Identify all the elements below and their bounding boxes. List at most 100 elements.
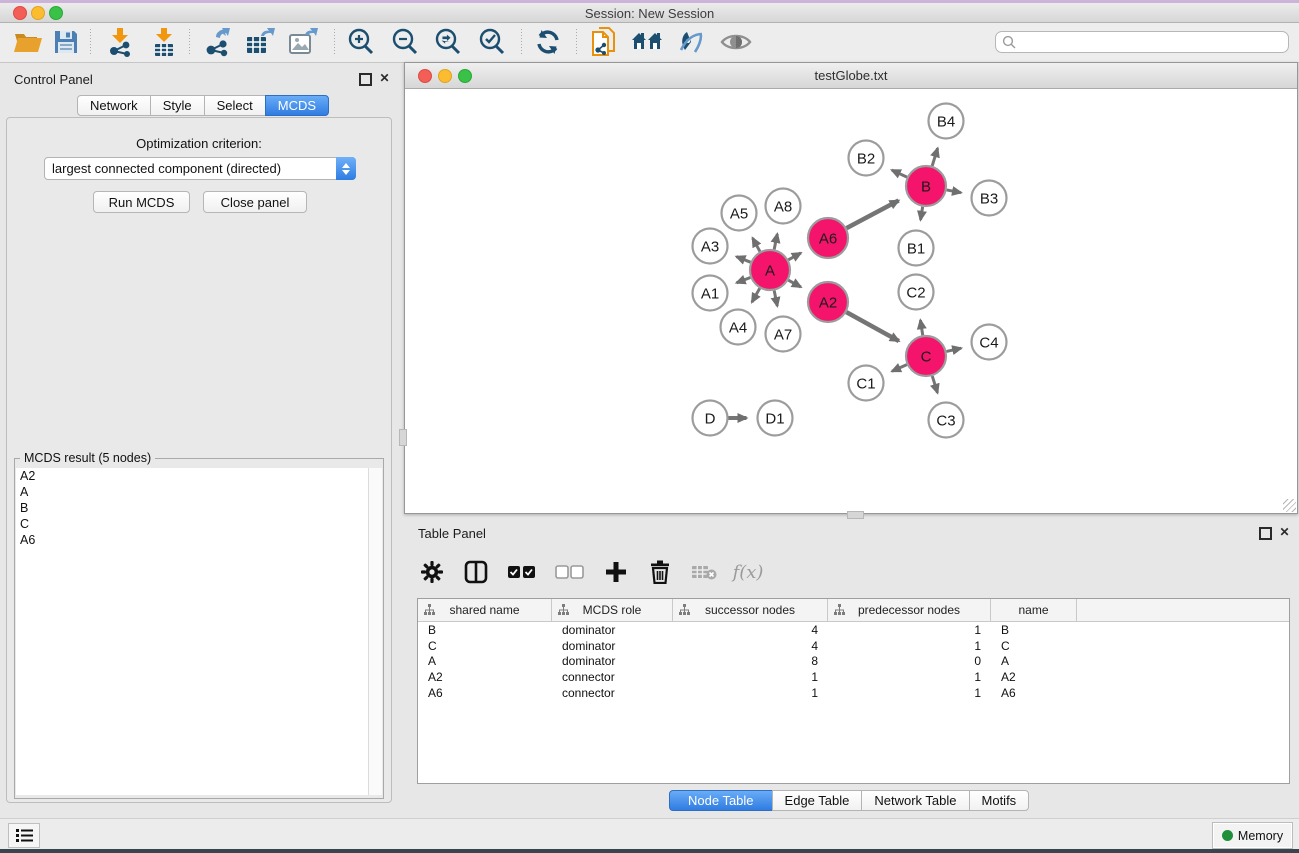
- edge-C-C4[interactable]: [946, 348, 961, 351]
- node-A5[interactable]: A5: [722, 196, 757, 231]
- open-session-icon[interactable]: [10, 25, 46, 59]
- node-B2[interactable]: B2: [849, 141, 884, 176]
- network-window-titlebar[interactable]: testGlobe.txt: [405, 63, 1297, 89]
- cell-predecessor_nodes[interactable]: 1: [828, 686, 991, 700]
- table-row[interactable]: A6connector11A6: [418, 685, 1289, 701]
- table-row[interactable]: Adominator80A: [418, 654, 1289, 670]
- tab-mcds[interactable]: MCDS: [265, 95, 329, 116]
- save-session-icon[interactable]: [48, 25, 84, 59]
- table-row[interactable]: A2connector11A2: [418, 669, 1289, 685]
- tab-network-table[interactable]: Network Table: [861, 790, 969, 811]
- edge-A-A6[interactable]: [788, 253, 800, 260]
- edge-C-C3[interactable]: [932, 376, 937, 393]
- edge-A-A3[interactable]: [736, 257, 750, 263]
- tab-node-table[interactable]: Node Table: [669, 790, 773, 811]
- import-network-icon[interactable]: [102, 25, 138, 59]
- delete-row-icon[interactable]: [645, 557, 675, 587]
- node-A8[interactable]: A8: [766, 189, 801, 224]
- result-item[interactable]: A6: [16, 532, 368, 548]
- node-B1[interactable]: B1: [899, 231, 934, 266]
- edge-A-A5[interactable]: [753, 238, 760, 252]
- close-panel-button[interactable]: ✕: [378, 72, 391, 85]
- result-item[interactable]: B: [16, 500, 368, 516]
- node-B4[interactable]: B4: [929, 104, 964, 139]
- column-header-name[interactable]: name: [991, 599, 1077, 621]
- node-A4[interactable]: A4: [721, 310, 756, 345]
- select-all-columns-icon[interactable]: [505, 557, 539, 587]
- result-scrollbar[interactable]: [368, 468, 382, 795]
- birds-eye-view-icon[interactable]: [718, 25, 754, 59]
- window-resize-grip[interactable]: [1283, 499, 1296, 512]
- export-table-icon[interactable]: [242, 25, 278, 59]
- refresh-view-icon[interactable]: [530, 25, 566, 59]
- cell-predecessor_nodes[interactable]: 0: [828, 654, 991, 668]
- zoom-in-icon[interactable]: [343, 25, 379, 59]
- node-C1[interactable]: C1: [849, 366, 884, 401]
- cell-shared_name[interactable]: C: [418, 639, 552, 653]
- node-A1[interactable]: A1: [693, 276, 728, 311]
- cell-mcds_role[interactable]: dominator: [552, 654, 673, 668]
- tab-style[interactable]: Style: [150, 95, 205, 116]
- tab-motifs[interactable]: Motifs: [969, 790, 1030, 811]
- cell-successor_nodes[interactable]: 4: [673, 623, 828, 637]
- task-history-button[interactable]: [8, 823, 40, 848]
- column-header-shared_name[interactable]: shared name: [418, 599, 552, 621]
- cell-successor_nodes[interactable]: 8: [673, 654, 828, 668]
- run-mcds-button[interactable]: Run MCDS: [93, 191, 190, 213]
- result-item[interactable]: A: [16, 484, 368, 500]
- mcds-result-list[interactable]: A2ABCA6: [16, 468, 369, 795]
- export-image-icon[interactable]: [285, 25, 321, 59]
- edge-A-A2[interactable]: [788, 280, 800, 287]
- table-close-button[interactable]: ✕: [1278, 526, 1291, 539]
- cell-name[interactable]: A6: [991, 686, 1077, 700]
- home-view-icon[interactable]: [629, 25, 665, 59]
- column-header-predecessor_nodes[interactable]: predecessor nodes: [828, 599, 991, 621]
- cell-mcds_role[interactable]: connector: [552, 670, 673, 684]
- zoom-out-icon[interactable]: [387, 25, 423, 59]
- zoom-fit-icon[interactable]: [430, 25, 466, 59]
- node-B3[interactable]: B3: [972, 181, 1007, 216]
- cell-shared_name[interactable]: A2: [418, 670, 552, 684]
- memory-button[interactable]: Memory: [1212, 822, 1293, 849]
- node-A6[interactable]: A6: [808, 218, 848, 258]
- deselect-all-columns-icon[interactable]: [553, 557, 587, 587]
- edge-B-B1[interactable]: [921, 207, 923, 220]
- edge-B-B2[interactable]: [892, 170, 907, 177]
- node-C3[interactable]: C3: [929, 403, 964, 438]
- edge-A6-B[interactable]: [847, 201, 899, 229]
- network-canvas[interactable]: B4B2BB3A5A8A6B1A3AC2A1A2A4A7C4CC1C3DD1: [405, 89, 1297, 513]
- add-row-icon[interactable]: [601, 557, 631, 587]
- hide-annotations-icon[interactable]: [673, 25, 709, 59]
- criterion-dropdown[interactable]: largest connected component (directed): [44, 157, 356, 180]
- table-row[interactable]: Bdominator41B: [418, 622, 1289, 638]
- splitter-grip-vertical[interactable]: [399, 429, 407, 446]
- edge-A2-C[interactable]: [846, 312, 898, 341]
- search-input[interactable]: [1016, 34, 1288, 50]
- node-C4[interactable]: C4: [972, 325, 1007, 360]
- cell-mcds_role[interactable]: dominator: [552, 639, 673, 653]
- node-A7[interactable]: A7: [766, 317, 801, 352]
- export-network-icon[interactable]: [199, 25, 235, 59]
- search-field[interactable]: [995, 31, 1289, 53]
- cell-mcds_role[interactable]: dominator: [552, 623, 673, 637]
- cell-successor_nodes[interactable]: 4: [673, 639, 828, 653]
- cell-name[interactable]: A2: [991, 670, 1077, 684]
- node-A3[interactable]: A3: [693, 229, 728, 264]
- cell-name[interactable]: B: [991, 623, 1077, 637]
- float-panel-button[interactable]: [359, 73, 372, 86]
- zoom-selected-icon[interactable]: [474, 25, 510, 59]
- network-from-selection-icon[interactable]: [586, 25, 622, 59]
- cell-mcds_role[interactable]: connector: [552, 686, 673, 700]
- node-C2[interactable]: C2: [899, 275, 934, 310]
- result-item[interactable]: A2: [16, 468, 368, 484]
- node-A[interactable]: A: [750, 250, 790, 290]
- import-table-icon[interactable]: [146, 25, 182, 59]
- cell-successor_nodes[interactable]: 1: [673, 670, 828, 684]
- node-A2[interactable]: A2: [808, 282, 848, 322]
- tab-select[interactable]: Select: [204, 95, 266, 116]
- cell-shared_name[interactable]: A6: [418, 686, 552, 700]
- node-B[interactable]: B: [906, 166, 946, 206]
- cell-shared_name[interactable]: A: [418, 654, 552, 668]
- edge-C-C1[interactable]: [892, 365, 907, 372]
- column-header-mcds_role[interactable]: MCDS role: [552, 599, 673, 621]
